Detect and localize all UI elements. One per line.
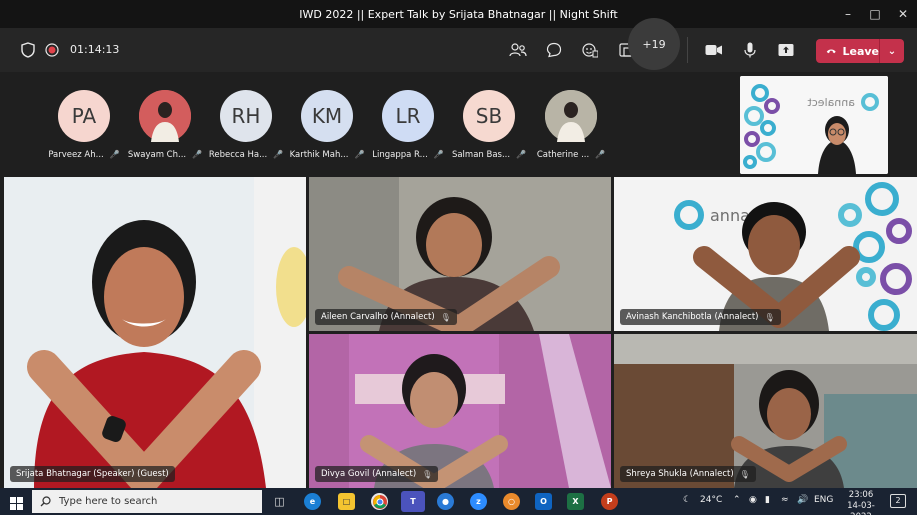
zoom-icon[interactable]: z [470,493,487,510]
camera-icon[interactable] [704,40,724,60]
roster-attendee[interactable]: SB Salman Bas... 🎤 [451,90,527,160]
app-icon-orange[interactable]: ○ [503,493,520,510]
attendee-name: Salman Bas... [451,150,511,160]
mic-muted-icon: 🎤 [192,150,203,159]
roster-attendee[interactable]: PA Parveez Ah... 🎤 [48,90,120,160]
attendee-name: Parveez Ah... [48,150,104,160]
title-bar: IWD 2022 || Expert Talk by Srijata Bhatn… [0,0,917,28]
weather-moon-icon[interactable]: ☾ [683,495,691,505]
leave-label: Leave [842,44,879,58]
participant-name-tag: Divya Govil (Annalect) 🎙 [315,466,439,482]
close-icon[interactable]: ✕ [888,0,917,28]
mic-muted-icon: 🎤 [433,150,444,159]
more-participants-button[interactable]: +19 [628,18,680,70]
mic-muted-icon: 🎤 [109,150,120,159]
chrome-icon[interactable] [371,493,388,510]
mic-muted-icon: 🎙 [440,312,451,322]
phone-hangup-icon [826,49,836,54]
selfview-brand: annalect [807,96,855,109]
attendee-name: Swayam Ch... [127,150,187,160]
attendee-name: Lingappa R... [372,150,428,160]
avatar: PA [58,90,110,142]
language-indicator[interactable]: ENG [814,495,833,505]
attendee-name: Catherine ... [536,150,590,160]
maximize-icon[interactable]: □ [860,0,890,28]
mic-muted-icon: 🎤 [354,150,365,159]
participant-name-tag: Aileen Carvalho (Annalect) 🎙 [315,309,457,325]
chat-icon[interactable] [544,40,564,60]
teams-icon[interactable]: T [401,491,425,512]
participant-name-tag: Srijata Bhatnagar (Speaker) (Guest) [10,466,175,482]
search-icon [40,496,51,507]
chevron-up-icon[interactable]: ⌃ [733,495,741,505]
windows-taskbar: Type here to search ◫ e □ T ● z ○ O X P … [0,488,917,515]
recording-icon [42,40,62,60]
shield-icon[interactable] [18,40,38,60]
avatar [139,90,191,142]
teams-meeting-window: IWD 2022 || Expert Talk by Srijata Bhatn… [0,0,917,515]
clock-time: 23:06 [848,490,874,500]
video-tile-aileen[interactable]: Aileen Carvalho (Annalect) 🎙 [309,177,611,331]
taskbar-search-box[interactable]: Type here to search [32,490,262,513]
avatar: KM [301,90,353,142]
mic-muted-icon: 🎤 [516,150,527,159]
roster-attendee[interactable]: Catherine ... 🎤 [536,90,606,160]
participants-icon[interactable] [508,40,528,60]
battery-icon[interactable]: ▮ [765,495,770,505]
roster-attendee[interactable]: Swayam Ch... 🎤 [127,90,203,160]
window-title: IWD 2022 || Expert Talk by Srijata Bhatn… [299,7,618,21]
minimize-icon[interactable]: – [833,0,863,28]
participant-name-tag: Shreya Shukla (Annalect) 🎙 [620,466,756,482]
meeting-timer: 01:14:13 [70,43,120,56]
mic-muted-icon: 🎙 [764,312,775,322]
volume-icon[interactable]: 🔊 [797,495,808,505]
mic-muted-icon: 🎙 [739,469,750,479]
edge-icon[interactable]: e [304,493,321,510]
participant-roster: PA Parveez Ah... 🎤 Swayam Ch... 🎤 RH Rebecca H… [0,72,740,176]
file-explorer-icon[interactable]: □ [338,493,355,510]
clock[interactable]: 23:06 14-03-2022 [838,490,884,515]
clock-date: 14-03-2022 [847,501,875,515]
mic-muted-icon: 🎤 [273,150,284,159]
webex-icon[interactable]: ● [437,493,454,510]
reactions-icon[interactable] [580,40,600,60]
mic-muted-icon: 🎤 [595,150,606,159]
video-tile-divya[interactable]: Divya Govil (Annalect) 🎙 [309,334,611,488]
network-icon[interactable]: ◉ [749,495,757,505]
notification-center-icon[interactable]: 2 [890,494,906,508]
microphone-icon[interactable] [740,40,760,60]
participant-name-tag: Avinash Kanchibotla (Annalect) 🎙 [620,309,781,325]
pinned-video-preview[interactable]: annalect [740,76,888,174]
powerpoint-icon[interactable]: P [601,493,618,510]
leave-button[interactable]: Leave ⌄ [816,39,904,63]
mic-muted-icon: 🎙 [422,469,433,479]
avatar [545,90,597,142]
roster-attendee[interactable]: RH Rebecca Ha... 🎤 [208,90,284,160]
share-screen-icon[interactable] [776,40,796,60]
attendee-name: Karthik Mah... [289,150,349,160]
avatar: SB [463,90,515,142]
temperature[interactable]: 24°C [700,495,722,505]
task-view-icon[interactable]: ◫ [271,493,288,510]
avatar: RH [220,90,272,142]
video-tile-speaker[interactable]: Srijata Bhatnagar (Speaker) (Guest) [4,177,306,488]
toolbar-divider [687,37,688,63]
windows-start-icon[interactable] [10,495,23,514]
roster-attendee[interactable]: KM Karthik Mah... 🎤 [289,90,365,160]
video-tile-shreya[interactable]: Shreya Shukla (Annalect) 🎙 [614,334,917,488]
search-placeholder: Type here to search [59,496,158,507]
outlook-icon[interactable]: O [535,493,552,510]
attendee-name: Rebecca Ha... [208,150,268,160]
excel-icon[interactable]: X [567,493,584,510]
meeting-control-bar: 01:14:13 ••• Leave ⌄ [0,28,917,72]
avatar: LR [382,90,434,142]
roster-attendee[interactable]: LR Lingappa R... 🎤 [372,90,444,160]
video-tile-avinash[interactable]: anna Avinash Kanchibotla (Annalect) 🎙 [614,177,917,331]
chevron-down-icon[interactable]: ⌄ [880,46,904,57]
wifi-icon[interactable]: ≈ [781,495,789,505]
